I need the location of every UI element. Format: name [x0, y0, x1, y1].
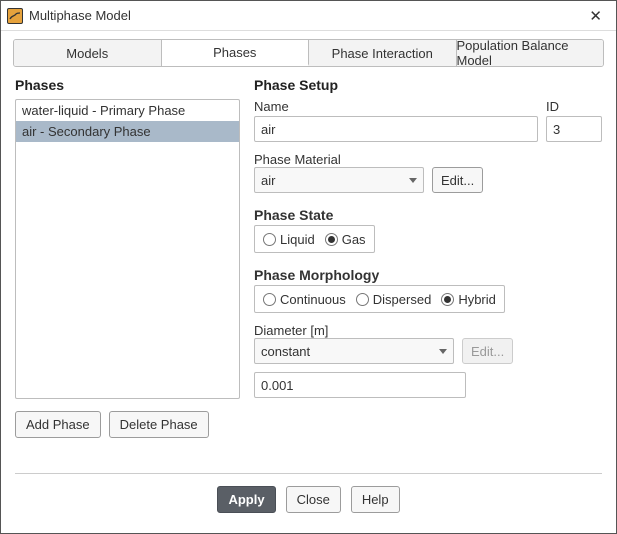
id-label: ID: [546, 99, 602, 114]
id-input[interactable]: [546, 116, 602, 142]
radio-hybrid[interactable]: Hybrid: [441, 292, 496, 307]
phase-state-group: Liquid Gas: [254, 225, 375, 253]
list-item[interactable]: air - Secondary Phase: [16, 121, 239, 142]
phase-morphology-heading: Phase Morphology: [254, 267, 602, 283]
close-icon[interactable]: ✕: [583, 5, 608, 27]
radio-icon: [325, 233, 338, 246]
edit-material-button[interactable]: Edit...: [432, 167, 483, 193]
name-label: Name: [254, 99, 538, 114]
phase-morphology-group: Continuous Dispersed Hybrid: [254, 285, 505, 313]
delete-phase-button[interactable]: Delete Phase: [109, 411, 209, 438]
phase-setup-heading: Phase Setup: [254, 77, 602, 93]
radio-dispersed[interactable]: Dispersed: [356, 292, 432, 307]
add-phase-button[interactable]: Add Phase: [15, 411, 101, 438]
radio-icon: [356, 293, 369, 306]
close-button[interactable]: Close: [286, 486, 341, 513]
apply-button[interactable]: Apply: [217, 486, 275, 513]
tab-models[interactable]: Models: [14, 40, 162, 66]
window-title: Multiphase Model: [29, 8, 131, 23]
radio-label: Hybrid: [458, 292, 496, 307]
list-item[interactable]: water-liquid - Primary Phase: [16, 100, 239, 121]
app-icon: [7, 8, 23, 24]
phases-heading: Phases: [15, 77, 240, 93]
phase-material-label: Phase Material: [254, 152, 341, 167]
diameter-label: Diameter [m]: [254, 323, 328, 338]
radio-icon: [263, 233, 276, 246]
radio-gas[interactable]: Gas: [325, 232, 366, 247]
tab-phases[interactable]: Phases: [162, 40, 310, 66]
phases-listbox[interactable]: water-liquid - Primary Phase air - Secon…: [15, 99, 240, 399]
name-input[interactable]: [254, 116, 538, 142]
tab-population-balance[interactable]: Population Balance Model: [457, 40, 604, 66]
radio-icon: [441, 293, 454, 306]
diameter-type-value: constant: [261, 344, 310, 359]
phase-material-select[interactable]: air: [254, 167, 424, 193]
chevron-down-icon: [409, 178, 417, 183]
phase-material-value: air: [261, 173, 275, 188]
radio-label: Continuous: [280, 292, 346, 307]
edit-diameter-button: Edit...: [462, 338, 513, 364]
phase-state-heading: Phase State: [254, 207, 602, 223]
tab-phase-interaction[interactable]: Phase Interaction: [309, 40, 457, 66]
diameter-value-input[interactable]: [254, 372, 466, 398]
radio-continuous[interactable]: Continuous: [263, 292, 346, 307]
radio-icon: [263, 293, 276, 306]
diameter-type-select[interactable]: constant: [254, 338, 454, 364]
radio-label: Dispersed: [373, 292, 432, 307]
chevron-down-icon: [439, 349, 447, 354]
help-button[interactable]: Help: [351, 486, 400, 513]
radio-label: Liquid: [280, 232, 315, 247]
radio-liquid[interactable]: Liquid: [263, 232, 315, 247]
radio-label: Gas: [342, 232, 366, 247]
